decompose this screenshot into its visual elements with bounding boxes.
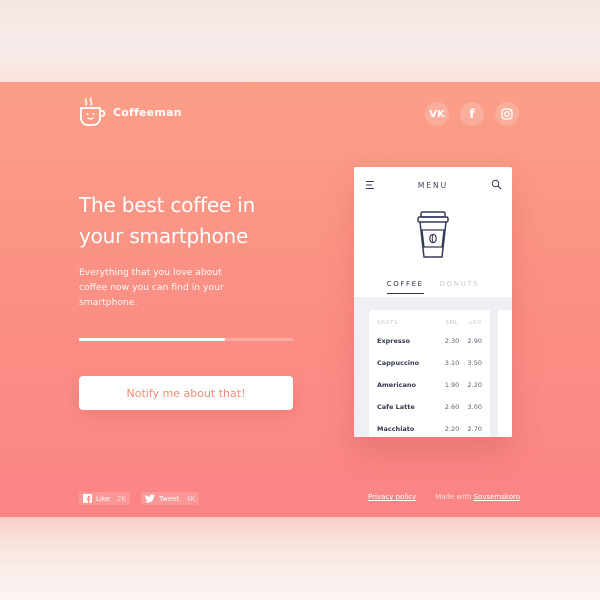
menu-row[interactable]: Macchiato 2.20 2.70 — [377, 425, 482, 433]
item-price-sml: 1.90 — [444, 381, 460, 389]
facebook-icon — [83, 494, 92, 503]
menu-row[interactable]: Cappuccino 3.10 3.50 — [377, 359, 482, 367]
menu-table-header: SHOTS SML LRG — [377, 320, 482, 326]
made-with: Made with Sovsemskoro — [435, 493, 520, 501]
item-price-lrg: 2.70 — [467, 425, 482, 433]
item-name: Cafe Latte — [377, 403, 415, 411]
phone-mockup: MENU COFFEE DONUTS SHOTS SML LRG Express… — [354, 167, 512, 437]
phone-menu-body: SHOTS SML LRG Expresso 2.30 2.90 Cappucc… — [354, 297, 512, 437]
item-name: Expresso — [377, 337, 411, 345]
footer-links: Privacy policy Made with Sovsemskoro — [368, 493, 520, 501]
privacy-policy-link[interactable]: Privacy policy — [368, 493, 416, 501]
menu-card: SHOTS SML LRG Expresso 2.30 2.90 Cappucc… — [369, 310, 490, 437]
instagram-icon[interactable] — [495, 102, 519, 126]
brand-name: Coffeeman — [113, 105, 182, 119]
tab-coffee[interactable]: COFFEE — [386, 280, 424, 294]
facebook-icon[interactable]: f — [460, 102, 484, 126]
like-count: 2K — [116, 494, 127, 503]
item-price-lrg: 3.50 — [467, 359, 482, 367]
phone-header-area: MENU COFFEE DONUTS — [354, 167, 512, 297]
twitter-bird-icon — [145, 494, 156, 503]
item-price-lrg: 2.90 — [467, 337, 482, 345]
made-with-link[interactable]: Sovsemskoro — [474, 493, 520, 501]
hero-title-line1: The best coffee in — [79, 193, 256, 217]
menu-row[interactable]: Expresso 2.30 2.90 — [377, 337, 482, 345]
hero-description: Everything that you love about coffee no… — [79, 267, 224, 308]
facebook-like-button[interactable]: Like 2K — [79, 492, 131, 505]
background-top-band — [0, 0, 600, 82]
facebook-glyph: f — [469, 107, 475, 121]
item-name: Cappuccino — [377, 359, 420, 367]
vk-glyph: VK — [429, 108, 445, 120]
item-name: Americano — [377, 381, 416, 389]
item-price-lrg: 2.20 — [467, 381, 482, 389]
tweet-count: 4K — [186, 494, 196, 503]
item-price-lrg: 3.00 — [467, 403, 482, 411]
hero-title-line2: your smartphone — [79, 224, 249, 248]
header-lrg: LRG — [469, 320, 482, 326]
item-price-sml: 2.60 — [444, 403, 460, 411]
social-links: VK f — [425, 102, 519, 126]
takeaway-coffee-cup-icon — [417, 211, 449, 258]
tab-donuts[interactable]: DONUTS — [440, 280, 480, 294]
made-with-label: Made with — [435, 493, 472, 501]
item-price-sml: 2.20 — [444, 425, 460, 433]
progress-fill — [79, 338, 225, 341]
landing-page: Coffeeman VK f The best coffee in your s… — [0, 82, 600, 517]
coffee-cup-icon — [80, 97, 106, 126]
phone-menu-title: MENU — [417, 181, 449, 190]
tweet-label: Tweet — [159, 494, 180, 503]
item-name: Macchiato — [377, 425, 415, 433]
notify-button[interactable]: Notify me about that! — [79, 376, 293, 410]
menu-row[interactable]: Americano 1.90 2.20 — [377, 381, 482, 389]
header-sml: SML — [445, 320, 459, 326]
header-shots: SHOTS — [377, 320, 399, 326]
logo[interactable]: Coffeeman — [79, 97, 182, 127]
vk-icon[interactable]: VK — [425, 102, 449, 126]
search-icon[interactable] — [491, 179, 502, 190]
menu-row[interactable]: Cafe Latte 2.60 3.00 — [377, 403, 482, 411]
like-label: Like — [96, 494, 110, 503]
background-bottom-band — [0, 517, 600, 600]
instagram-glyph — [501, 108, 513, 120]
menu-card-next — [498, 310, 512, 437]
share-buttons: Like 2K Tweet 4K — [79, 492, 200, 505]
phone-tabs: COFFEE DONUTS — [354, 280, 512, 294]
tweet-button[interactable]: Tweet 4K — [141, 492, 200, 505]
item-price-sml: 2.30 — [444, 337, 460, 345]
hero-title: The best coffee in your smartphone — [79, 190, 299, 252]
progress-bar — [79, 338, 293, 341]
item-price-sml: 3.10 — [444, 359, 460, 367]
